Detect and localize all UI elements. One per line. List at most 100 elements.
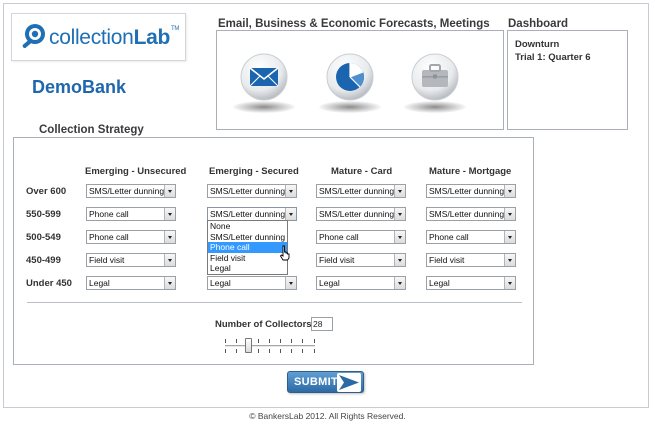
dashboard-title: Dashboard	[508, 18, 569, 30]
strategy-select[interactable]: SMS/Letter dunning	[86, 184, 176, 198]
slider-tick	[258, 339, 259, 343]
strategy-select[interactable]: Legal	[207, 276, 297, 290]
strategy-select[interactable]: SMS/Letter dunning	[426, 184, 516, 198]
chevron-down-icon	[394, 277, 405, 289]
submit-button[interactable]: SUBMIT	[287, 371, 364, 393]
chevron-down-icon	[285, 208, 296, 220]
arrow-right-icon	[339, 375, 359, 390]
strategy-select[interactable]: Field visit	[426, 253, 516, 267]
chevron-down-icon	[394, 208, 405, 220]
slider-tick	[269, 339, 270, 343]
row-label: Over 600	[26, 186, 67, 197]
meetings-button[interactable]	[411, 53, 459, 101]
submit-label: SUBMIT	[294, 376, 338, 388]
strategy-select[interactable]: SMS/Letter dunning	[207, 184, 297, 198]
row-label: Under 450	[26, 278, 72, 289]
collectors-label: Number of Collectors	[215, 319, 312, 330]
magnifier-coin-icon	[22, 24, 45, 48]
chevron-down-icon	[394, 231, 405, 243]
chevron-down-icon	[504, 185, 515, 197]
chevron-down-icon	[394, 185, 405, 197]
email-button[interactable]	[240, 53, 288, 101]
chevron-down-icon	[164, 185, 175, 197]
strategy-select[interactable]: Phone call	[86, 230, 176, 244]
strategy-select-value: SMS/Letter dunning	[319, 209, 395, 219]
dropdown-option[interactable]: SMS/Letter dunning	[208, 232, 287, 243]
dropdown-option[interactable]: Field visit	[208, 253, 287, 264]
slider-tick	[225, 339, 226, 343]
chevron-down-icon	[394, 254, 405, 266]
strategy-select-value: Phone call	[429, 232, 469, 242]
logo: collectionLabTM	[11, 13, 186, 61]
column-header: Mature - Mortgage	[429, 166, 512, 177]
dropdown-option[interactable]: None	[208, 221, 287, 232]
chevron-down-icon	[164, 254, 175, 266]
row-label: 550-599	[26, 209, 61, 220]
strategy-select[interactable]: Legal	[426, 276, 516, 290]
strategy-select-value: SMS/Letter dunning	[89, 186, 165, 196]
chevron-down-icon	[285, 185, 296, 197]
strategy-select-value: Legal	[319, 278, 340, 288]
strategy-select-value: SMS/Letter dunning	[429, 209, 505, 219]
strategy-select[interactable]: SMS/Letter dunning	[316, 184, 406, 198]
slider-tick	[314, 349, 315, 353]
forecast-panel	[216, 30, 504, 130]
strategy-select[interactable]: SMS/Letter dunning	[426, 207, 516, 221]
strategy-select[interactable]: Phone call	[426, 230, 516, 244]
strategy-select-open[interactable]: SMS/Letter dunning	[207, 207, 297, 221]
bank-name: DemoBank	[32, 77, 127, 97]
strategy-select[interactable]: Phone call	[316, 230, 406, 244]
strategy-select-value: Phone call	[319, 232, 359, 242]
dropdown-option-highlighted[interactable]: Phone call	[208, 242, 287, 253]
slider-tick	[291, 339, 292, 343]
logo-trademark: TM	[171, 26, 180, 32]
strategy-select-value: SMS/Letter dunning	[210, 186, 286, 196]
dropdown-list: None SMS/Letter dunning Phone call Field…	[207, 220, 288, 275]
app-window: collectionLabTM DemoBank Email, Business…	[0, 0, 655, 425]
slider-tick	[236, 339, 237, 343]
chevron-down-icon	[504, 254, 515, 266]
collectors-input[interactable]: 28	[311, 317, 333, 331]
strategy-select-value: Legal	[429, 278, 450, 288]
strategy-select-value: Phone call	[89, 232, 129, 242]
dashboard-panel: Downturn Trial 1: Quarter 6	[507, 30, 628, 130]
strategy-select-value: SMS/Letter dunning	[319, 186, 395, 196]
strategy-select-value: Field visit	[319, 255, 355, 265]
slider-tick	[302, 339, 303, 343]
strategy-select[interactable]: Legal	[316, 276, 406, 290]
strategy-select[interactable]: Field visit	[86, 253, 176, 267]
strategy-select[interactable]: Field visit	[316, 253, 406, 267]
forecast-title: Email, Business & Economic Forecasts, Me…	[218, 18, 490, 30]
strategy-select-value: Field visit	[429, 255, 465, 265]
slider-tick	[269, 349, 270, 353]
submit-arrow-box	[337, 373, 361, 392]
collectors-slider[interactable]	[225, 335, 315, 355]
chevron-down-icon	[164, 208, 175, 220]
strategy-select-value: Phone call	[89, 209, 129, 219]
dropdown-option[interactable]: Legal	[208, 263, 287, 274]
chevron-down-icon	[504, 231, 515, 243]
strategy-select-value: Legal	[89, 278, 110, 288]
pie-chart-icon	[326, 53, 374, 101]
footer-copyright: © BankersLab 2012. All Rights Reserved.	[249, 411, 406, 421]
forecast-button[interactable]	[326, 53, 374, 101]
strategy-select[interactable]: SMS/Letter dunning	[316, 207, 406, 221]
dashboard-trial: Trial 1: Quarter 6	[515, 52, 591, 63]
strategy-select[interactable]: Phone call	[86, 207, 176, 221]
chevron-down-icon	[164, 231, 175, 243]
column-header: Mature - Card	[331, 166, 393, 177]
strategy-select[interactable]: Legal	[86, 276, 176, 290]
slider-tick	[258, 349, 259, 353]
divider	[27, 302, 522, 303]
forecast-button-shadow	[319, 101, 381, 113]
slider-tick	[314, 339, 315, 343]
strategy-select-value: SMS/Letter dunning	[429, 186, 505, 196]
logo-text: collectionLabTM	[49, 26, 179, 50]
slider-track	[225, 345, 315, 347]
envelope-icon	[240, 53, 288, 101]
slider-thumb[interactable]	[245, 338, 252, 353]
chevron-down-icon	[504, 277, 515, 289]
column-header: Emerging - Unsecured	[85, 166, 187, 177]
strategy-select-value: Legal	[210, 278, 231, 288]
slider-tick	[302, 349, 303, 353]
